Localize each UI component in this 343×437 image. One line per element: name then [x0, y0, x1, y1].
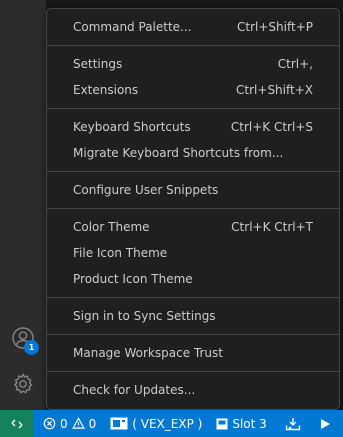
manage-context-menu: Command Palette... Ctrl+Shift+P Settings Ct…	[46, 8, 340, 410]
slot-icon	[216, 418, 228, 429]
separator-line	[47, 45, 339, 46]
separator-line	[47, 371, 339, 372]
menu-item-label: Product Icon Theme	[73, 272, 193, 286]
menu-item-label: File Icon Theme	[73, 246, 168, 260]
menu-separator	[47, 203, 339, 214]
error-count: 0	[60, 416, 68, 431]
menu-item-manage-workspace-trust[interactable]: Manage Workspace Trust	[47, 340, 339, 366]
menu-item-shortcut: Ctrl+,	[277, 57, 313, 71]
menu-item-label: Check for Updates...	[73, 383, 196, 397]
menu-item-settings[interactable]: Settings Ctrl+,	[47, 51, 339, 77]
play-icon	[320, 418, 330, 429]
problems-status[interactable]: 0 0	[39, 410, 100, 437]
separator-line	[47, 108, 339, 109]
menu-item-label: Keyboard Shortcuts	[73, 120, 191, 134]
accounts-badge: 1	[24, 340, 39, 355]
slot-label: Slot 3	[232, 416, 267, 431]
menu-separator	[47, 292, 339, 303]
vex-project-label: ( VEX_EXP )	[132, 416, 203, 431]
menu-item-check-for-updates[interactable]: Check for Updates...	[47, 377, 339, 403]
status-bar: 0 0 ( VEX_EXP ) Slot 3	[0, 410, 343, 437]
menu-item-shortcut: Ctrl+Shift+P	[237, 20, 313, 34]
separator-line	[47, 334, 339, 335]
warning-icon	[71, 417, 85, 429]
menu-separator	[47, 329, 339, 340]
menu-item-sign-in-to-sync-settings[interactable]: Sign in to Sync Settings	[47, 303, 339, 329]
menu-item-label: Command Palette...	[73, 20, 192, 34]
menu-item-command-palette[interactable]: Command Palette... Ctrl+Shift+P	[47, 14, 339, 40]
menu-item-shortcut: Ctrl+Shift+X	[236, 83, 313, 97]
menu-item-shortcut: Ctrl+K Ctrl+T	[231, 220, 313, 234]
run-button[interactable]	[315, 410, 335, 437]
download-button[interactable]	[281, 410, 305, 437]
download-icon	[285, 417, 300, 430]
menu-item-label: Sign in to Sync Settings	[73, 309, 216, 323]
vex-brain-icon	[110, 417, 128, 430]
menu-item-migrate-keyboard-shortcuts-from[interactable]: Migrate Keyboard Shortcuts from...	[47, 140, 339, 166]
error-icon	[43, 417, 56, 430]
menu-item-label: Extensions	[73, 83, 139, 97]
menu-separator	[47, 40, 339, 51]
menu-item-label: Migrate Keyboard Shortcuts from...	[73, 146, 284, 160]
separator-line	[47, 208, 339, 209]
menu-item-label: Settings	[73, 57, 123, 71]
menu-item-keyboard-shortcuts[interactable]: Keyboard Shortcuts Ctrl+K Ctrl+S	[47, 114, 339, 140]
menu-item-file-icon-theme[interactable]: File Icon Theme	[47, 240, 339, 266]
warning-count: 0	[88, 416, 97, 431]
menu-separator	[47, 366, 339, 377]
menu-item-shortcut: Ctrl+K Ctrl+S	[230, 120, 313, 134]
manage-gear-icon[interactable]	[9, 370, 37, 398]
remote-indicator[interactable]	[0, 410, 33, 437]
menu-item-configure-user-snippets[interactable]: Configure User Snippets	[47, 177, 339, 203]
activity-bar: 1	[0, 0, 46, 410]
menu-item-label: Configure User Snippets	[73, 183, 219, 197]
separator-line	[47, 171, 339, 172]
menu-item-color-theme[interactable]: Color Theme Ctrl+K Ctrl+T	[47, 214, 339, 240]
slot-status[interactable]: Slot 3	[212, 410, 270, 437]
menu-item-label: Manage Workspace Trust	[73, 346, 223, 360]
menu-separator	[47, 166, 339, 177]
menu-item-extensions[interactable]: Extensions Ctrl+Shift+X	[47, 77, 339, 103]
remote-icon	[11, 419, 22, 428]
vex-project-status[interactable]: ( VEX_EXP )	[106, 410, 206, 437]
menu-separator	[47, 103, 339, 114]
menu-item-label: Color Theme	[73, 220, 150, 234]
separator-line	[47, 297, 339, 298]
menu-item-product-icon-theme[interactable]: Product Icon Theme	[47, 266, 339, 292]
